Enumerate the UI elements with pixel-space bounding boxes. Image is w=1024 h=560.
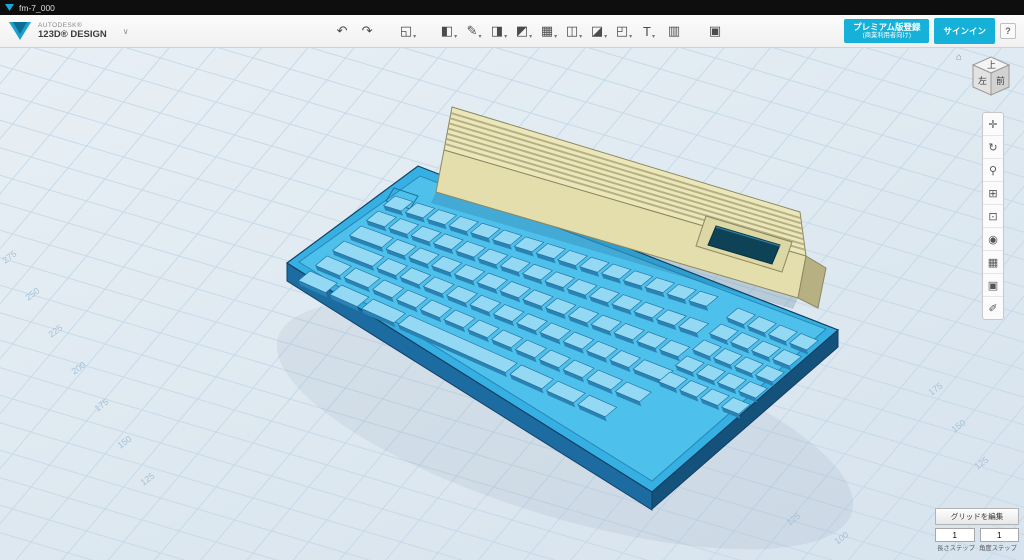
navigation-toolbar: ✛↻⚲⊞⊡◉▦▣✐	[982, 112, 1004, 320]
snap-icon[interactable]: ▥	[663, 19, 685, 43]
autodesk-123d-logo-icon	[8, 21, 32, 41]
viewcube[interactable]: ⌂ 上 左 前	[956, 52, 1016, 102]
angle-step-input[interactable]	[980, 528, 1020, 542]
pattern-icon[interactable]: ▦▾	[538, 19, 560, 43]
brand-menu-chevron-icon[interactable]: ∨	[123, 27, 129, 36]
undo-icon[interactable]: ↶	[331, 19, 353, 43]
signin-button[interactable]: サインイン	[934, 18, 995, 44]
redo-icon[interactable]: ↷	[356, 19, 378, 43]
zoom-icon[interactable]: ⚲	[983, 159, 1003, 182]
model-fm7[interactable]	[251, 107, 879, 560]
length-step-input[interactable]	[935, 528, 975, 542]
measure-icon[interactable]: ◰▾	[613, 19, 635, 43]
modify-icon[interactable]: ◩▾	[513, 19, 535, 43]
edit-grid-button[interactable]: グリッドを編集	[935, 508, 1019, 525]
grid-step-inputs	[935, 528, 1019, 542]
grouping-icon[interactable]: ◫▾	[563, 19, 585, 43]
viewcube-top-label: 上	[987, 60, 996, 70]
main-toolbar: AUTODESK® 123D® DESIGN ∨ ↶↷ ◱▾ ◧▾✎▾◨▾◩▾▦▾◫…	[0, 15, 1024, 48]
angle-step-label: 角度ステップ	[977, 543, 1019, 552]
premium-label: プレミアム版登録	[853, 22, 920, 33]
view-settings-icon[interactable]: ▣	[704, 19, 726, 43]
length-step-label: 長さステップ	[935, 543, 977, 552]
construct-icon[interactable]: ◨▾	[488, 19, 510, 43]
toolbar-icons: ↶↷ ◱▾ ◧▾✎▾◨▾◩▾▦▾◫▾◪▾◰▾T▾▥ ▣	[213, 19, 844, 43]
premium-button[interactable]: プレミアム版登録 (商業利用者向け)	[844, 19, 929, 43]
sketch-icon[interactable]: ✎▾	[463, 19, 485, 43]
toolbar-right: プレミアム版登録 (商業利用者向け) サインイン ?	[844, 18, 1016, 44]
brand-logo[interactable]: AUTODESK® 123D® DESIGN ∨	[8, 21, 213, 41]
home-icon[interactable]: ⌂	[956, 52, 962, 63]
display-grid-icon[interactable]: ▦	[983, 251, 1003, 274]
text-icon[interactable]: T▾	[638, 19, 660, 43]
brand-text: AUTODESK® 123D® DESIGN	[38, 22, 107, 41]
pan-icon[interactable]: ✛	[983, 113, 1003, 136]
brand-product-label: 123D® DESIGN	[38, 30, 107, 40]
fit-view-icon[interactable]: ⊞	[983, 182, 1003, 205]
app-logo-icon	[5, 3, 14, 12]
window-title: fm-7_000	[19, 3, 55, 13]
viewcube-left-label: 左	[978, 75, 987, 86]
primitives-icon[interactable]: ◧▾	[438, 19, 460, 43]
help-button[interactable]: ?	[1000, 23, 1016, 39]
material-icon[interactable]: ✐	[983, 297, 1003, 319]
combine-icon[interactable]: ◪▾	[588, 19, 610, 43]
grid-settings-panel: グリッドを編集 長さステップ 角度ステップ	[935, 506, 1019, 552]
viewcube-cube[interactable]: 上 左 前	[964, 52, 1016, 102]
premium-sublabel: (商業利用者向け)	[863, 32, 911, 40]
transform-icon[interactable]: ◱▾	[397, 19, 419, 43]
viewcube-front-label: 前	[996, 75, 1005, 86]
screenshot-icon[interactable]: ▣	[983, 274, 1003, 297]
visibility-icon[interactable]: ◉	[983, 228, 1003, 251]
orbit-icon[interactable]: ↻	[983, 136, 1003, 159]
grid-step-labels: 長さステップ 角度ステップ	[935, 543, 1019, 552]
zoom-window-icon[interactable]: ⊡	[983, 205, 1003, 228]
titlebar: fm-7_000	[0, 0, 1024, 15]
